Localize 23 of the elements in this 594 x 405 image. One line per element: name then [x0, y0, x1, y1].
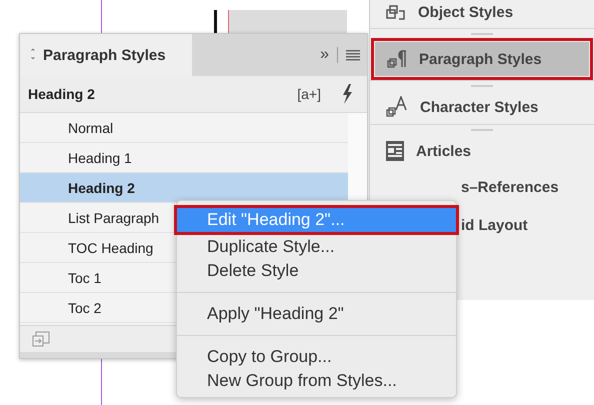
- dock-panel-item[interactable]: s–References: [374, 168, 590, 206]
- new-style-button[interactable]: [a+]: [297, 86, 321, 102]
- dock-panel-item[interactable]: Object Styles: [374, 0, 590, 28]
- object-styles-icon: [386, 3, 406, 21]
- menu-item[interactable]: Duplicate Style...: [177, 235, 456, 259]
- articles-icon: [386, 141, 404, 161]
- panel-title: Paragraph Styles: [43, 46, 166, 64]
- menu-item[interactable]: Apply "Heading 2": [177, 302, 456, 326]
- dock-panel-item[interactable]: Character Styles: [374, 90, 590, 124]
- expand-button[interactable]: »: [320, 46, 329, 64]
- lightning-icon[interactable]: [341, 84, 353, 104]
- paragraph-styles-icon: [387, 49, 407, 69]
- dock-panel-item[interactable]: Articles: [374, 134, 590, 168]
- menu-icon[interactable]: [346, 50, 360, 60]
- current-style-label: Heading 2: [28, 86, 96, 102]
- load-styles-icon[interactable]: [32, 331, 50, 347]
- menu-item[interactable]: Delete Style: [177, 259, 456, 283]
- menu-item[interactable]: Copy to Group...: [177, 345, 456, 369]
- style-list-item[interactable]: Heading 2: [20, 173, 348, 203]
- dock-panel-item[interactable]: Paragraph Styles: [375, 42, 589, 76]
- character-styles-icon: [386, 96, 408, 118]
- menu-item[interactable]: New Group from Styles...: [177, 369, 456, 393]
- style-list-item[interactable]: Normal: [20, 113, 348, 143]
